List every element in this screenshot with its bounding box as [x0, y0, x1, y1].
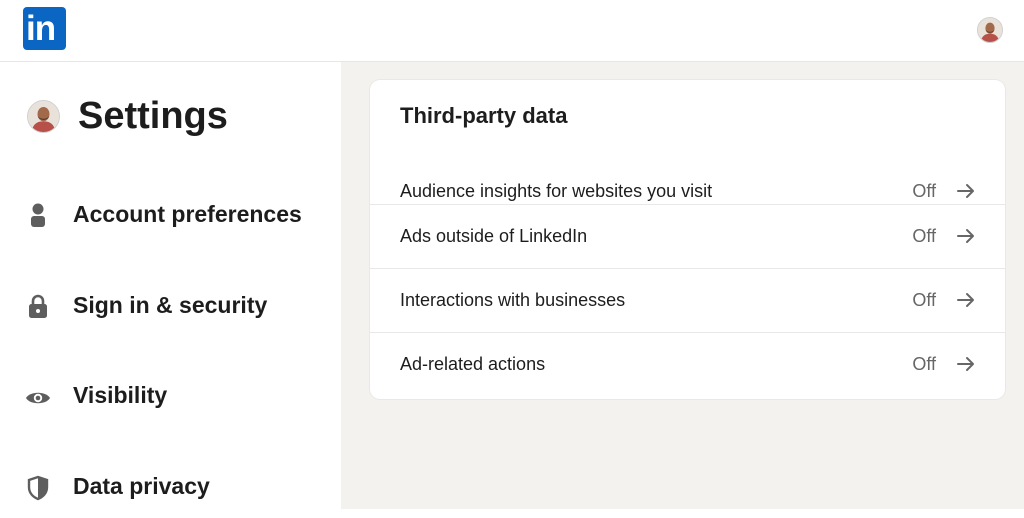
settings-sidebar: Settings Account preferences Sign in & s…	[0, 62, 341, 509]
arrow-right-icon	[956, 227, 976, 245]
sidebar-item-label: Account preferences	[73, 201, 302, 227]
arrow-right-icon	[956, 291, 976, 309]
page-title: Settings	[78, 95, 228, 137]
settings-avatar	[27, 100, 60, 133]
arrow-right-icon	[956, 355, 976, 373]
shield-icon	[25, 473, 51, 503]
setting-label: Ads outside of LinkedIn	[400, 226, 588, 246]
sidebar-item-label: Sign in & security	[73, 292, 268, 318]
setting-status: Off	[912, 226, 936, 246]
setting-status: Off	[912, 290, 936, 310]
sidebar-item-account-preferences[interactable]: Account preferences	[0, 186, 341, 246]
setting-row-interactions-with-businesses[interactable]: Interactions with businesses Off	[370, 268, 1005, 332]
setting-label: Interactions with businesses	[400, 290, 626, 310]
profile-avatar[interactable]	[977, 17, 1003, 43]
arrow-right-icon	[956, 182, 976, 200]
setting-label: Audience insights for websites you visit	[400, 181, 713, 201]
person-icon	[25, 201, 51, 231]
setting-status: Off	[912, 181, 936, 201]
logo-text: in	[26, 9, 56, 48]
top-navigation-bar: in	[0, 0, 1024, 62]
linkedin-logo[interactable]: in	[23, 7, 66, 50]
setting-row-ads-outside-linkedin[interactable]: Ads outside of LinkedIn Off	[370, 204, 1005, 268]
sidebar-item-data-privacy[interactable]: Data privacy	[0, 458, 341, 518]
setting-row-ad-related-actions[interactable]: Ad-related actions Off	[370, 332, 1005, 396]
card-title: Third-party data	[400, 103, 568, 128]
third-party-data-card: Third-party data Audience insights for w…	[370, 80, 1005, 399]
sidebar-item-sign-in-security[interactable]: Sign in & security	[0, 277, 341, 337]
setting-status: Off	[912, 354, 936, 374]
main-content: Third-party data Audience insights for w…	[341, 62, 1024, 509]
lock-icon	[25, 292, 51, 322]
eye-icon	[25, 382, 51, 412]
sidebar-item-label: Visibility	[73, 382, 168, 408]
setting-label: Ad-related actions	[400, 354, 546, 374]
sidebar-item-visibility[interactable]: Visibility	[0, 367, 341, 427]
sidebar-item-label: Data privacy	[73, 473, 210, 499]
